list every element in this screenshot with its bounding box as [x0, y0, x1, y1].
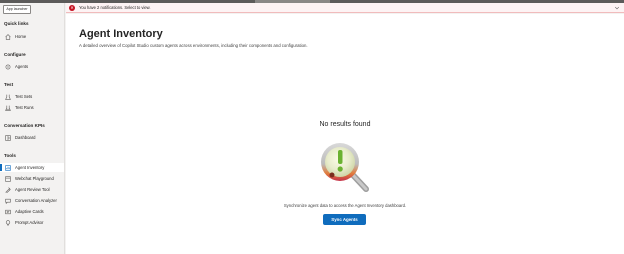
empty-state-title: No results found — [319, 121, 371, 128]
nav-item-test-sets[interactable]: Test Sets — [0, 92, 64, 101]
empty-state-magnifier-illustration — [321, 143, 369, 192]
page-description: A detailed overview of Copilot Studio cu… — [79, 43, 308, 48]
nav-item-label: Test Runs — [15, 105, 34, 110]
nav-item-label: Prompt Advisor — [15, 220, 44, 225]
main-content: Agent Inventory A detailed overview of C… — [66, 14, 624, 254]
notification-bar[interactable]: ✕ You have 2 notifications. Select to vi… — [66, 3, 624, 13]
webchat-icon — [5, 175, 11, 182]
nav-item-adaptive-cards[interactable]: Adaptive Cards — [0, 207, 64, 216]
nav-item-test-runs[interactable]: Test Runs — [0, 103, 64, 112]
sidebar: App launcher Quick links Home Configure … — [0, 3, 65, 254]
home-icon — [5, 33, 11, 40]
notification-message[interactable]: You have 2 notifications. Select to view… — [79, 5, 151, 10]
nav-item-dashboard[interactable]: Dashboard — [0, 133, 64, 142]
test-runs-icon — [5, 105, 11, 111]
app-launcher-button[interactable]: App launcher — [3, 5, 31, 14]
nav-item-label: Webchat Playground — [15, 176, 54, 181]
nav-item-label: Test Sets — [15, 94, 33, 99]
error-icon: ✕ — [69, 4, 75, 11]
sync-agents-button[interactable]: Sync Agents — [323, 214, 366, 225]
test-sets-icon — [5, 94, 11, 100]
inventory-icon — [5, 164, 11, 171]
section-title-quick-links: Quick links — [4, 21, 29, 26]
nav-item-label: Adaptive Cards — [15, 209, 44, 214]
nav-item-agent-review-tool[interactable]: Agent Review Tool — [0, 185, 64, 194]
nav-item-agents[interactable]: Agents — [0, 62, 64, 71]
nav-item-label: Dashboard — [15, 135, 36, 140]
nav-item-label: Agent Review Tool — [15, 187, 50, 192]
nav-item-prompt-advisor[interactable]: Prompt Advisor — [0, 218, 64, 227]
nav-item-label: Agent Inventory — [15, 165, 45, 170]
nav-item-label: Home — [15, 34, 27, 39]
nav-item-conversation-analyzer[interactable]: Conversation Analyzer — [0, 196, 64, 205]
dashboard-icon — [5, 134, 11, 141]
prompt-icon — [5, 219, 11, 226]
empty-state-description: Synchronize agent data to access the Age… — [283, 203, 407, 208]
nav-item-agent-inventory[interactable]: Agent Inventory — [0, 163, 64, 172]
nav-item-label: Agents — [15, 64, 29, 69]
chevron-down-icon[interactable] — [614, 5, 620, 13]
analyzer-icon — [5, 198, 11, 204]
nav-item-home[interactable]: Home — [0, 32, 64, 41]
page-title: Agent Inventory — [79, 28, 163, 40]
section-title-test: Test — [4, 82, 14, 87]
section-title-conversation-kpis: Conversation KPIs — [4, 123, 45, 128]
cards-icon — [5, 209, 11, 215]
section-title-configure: Configure — [4, 52, 26, 57]
nav-item-label: Conversation Analyzer — [15, 198, 57, 203]
section-title-tools: Tools — [4, 153, 16, 158]
review-icon — [5, 186, 11, 193]
nav-item-webchat-playground[interactable]: Webchat Playground — [0, 174, 64, 183]
agent-icon — [5, 64, 11, 70]
